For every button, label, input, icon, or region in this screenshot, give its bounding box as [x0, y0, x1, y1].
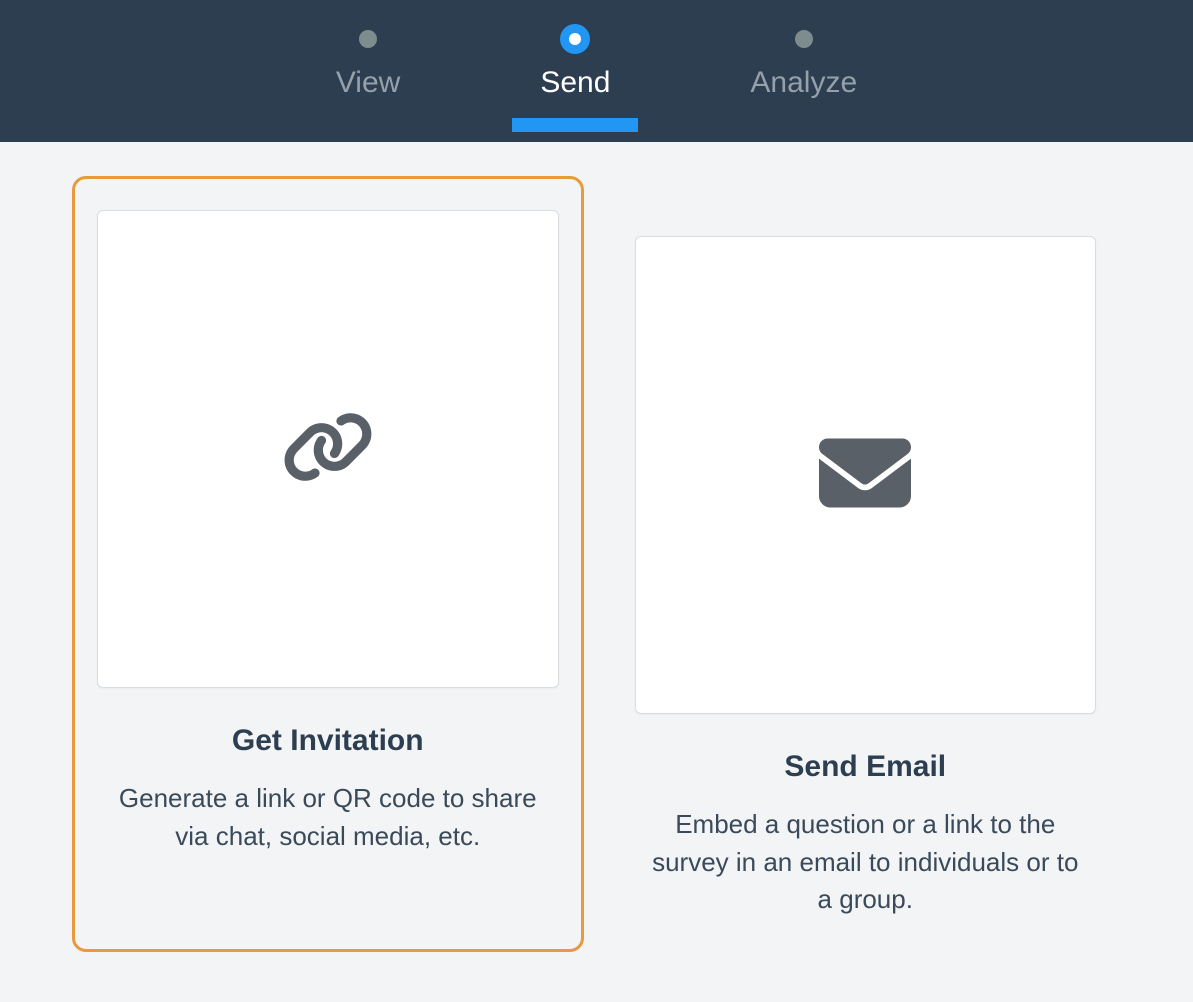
top-navigation: View Send Analyze [0, 0, 1193, 142]
content-area: Get Invitation Generate a link or QR cod… [0, 142, 1193, 986]
tab-label: Analyze [750, 66, 857, 100]
tab-dot-active-icon [560, 24, 590, 54]
card-icon-box [97, 210, 559, 688]
card-title: Get Invitation [232, 724, 424, 758]
tab-dot-icon [795, 30, 813, 48]
card-title: Send Email [784, 750, 946, 784]
card-description: Embed a question or a link to the survey… [635, 806, 1097, 919]
link-icon [282, 401, 374, 498]
card-get-invitation[interactable]: Get Invitation Generate a link or QR cod… [72, 176, 584, 952]
tab-label: Send [540, 66, 610, 100]
card-send-email[interactable]: Send Email Embed a question or a link to… [610, 176, 1122, 952]
tab-send[interactable]: Send [540, 30, 610, 100]
tab-dot-icon [359, 30, 377, 48]
tab-view[interactable]: View [336, 30, 400, 100]
card-icon-box [635, 236, 1097, 714]
envelope-icon [819, 427, 911, 524]
tab-analyze[interactable]: Analyze [750, 30, 857, 100]
card-description: Generate a link or QR code to share via … [97, 780, 559, 855]
tab-underline [512, 118, 638, 132]
nav-tabs: View Send Analyze [336, 30, 857, 100]
tab-label: View [336, 66, 400, 100]
